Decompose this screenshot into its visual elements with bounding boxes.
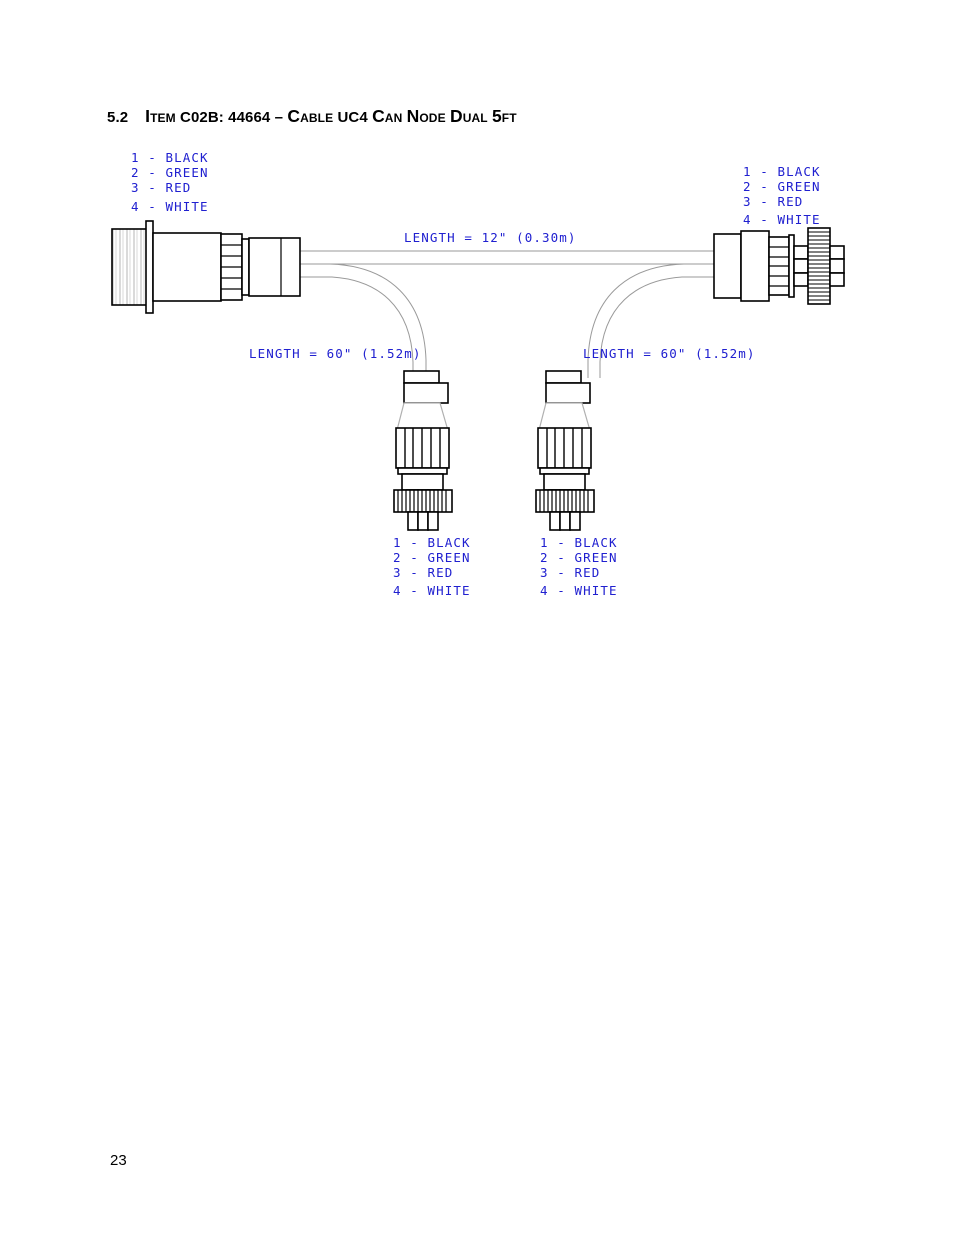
trunk-length-label: LENGTH = 12" (0.30m) bbox=[404, 230, 577, 245]
right-drop-knurled-nut bbox=[535, 489, 595, 513]
pinout-line: 2 - GREEN bbox=[393, 550, 471, 565]
right-connector-end-cap-mid bbox=[829, 258, 845, 274]
right-drop-strain-relief-body bbox=[545, 382, 591, 404]
right-connector-shoulder-mid bbox=[793, 258, 809, 274]
left-main-connector bbox=[111, 220, 301, 314]
right-drop-bottom-pin-mid bbox=[559, 511, 571, 531]
right-connector-body bbox=[740, 230, 770, 302]
right-drop-bottom-pin-right bbox=[569, 511, 581, 531]
right-drop-bottom-pin-left bbox=[549, 511, 561, 531]
left-branch-inner-edge bbox=[300, 276, 414, 378]
left-connector-rear-barrel bbox=[248, 237, 301, 297]
left-drop-knurled-nut bbox=[393, 489, 453, 513]
right-drop-connector bbox=[535, 370, 595, 531]
right-connector-knurled-nut bbox=[807, 227, 831, 305]
left-connector-body bbox=[152, 232, 222, 302]
right-connector-shoulder-bottom bbox=[793, 272, 809, 287]
pinout-line: 1 - BLACK bbox=[743, 164, 821, 179]
pinout-line: 4 - WHITE bbox=[131, 199, 209, 214]
pinout-line: 3 - RED bbox=[131, 180, 191, 195]
left-drop-strain-relief-body bbox=[403, 382, 449, 404]
right-main-pinout-labels: 1 - BLACK 2 - GREEN 3 - RED 4 - WHITE bbox=[743, 164, 821, 227]
left-main-pinout-labels: 1 - BLACK 2 - GREEN 3 - RED 4 - WHITE bbox=[131, 150, 209, 214]
left-connector-flange bbox=[145, 220, 154, 314]
right-branch-length-label: LENGTH = 60" (1.52m) bbox=[583, 346, 756, 361]
left-drop-strain-relief-top bbox=[403, 370, 440, 384]
pinout-line: 4 - WHITE bbox=[743, 212, 821, 227]
pinout-line: 4 - WHITE bbox=[393, 583, 471, 598]
right-drop-pinout-labels: 1 - BLACK 2 - GREEN 3 - RED 4 - WHITE bbox=[540, 535, 618, 598]
right-branch-inner-edge bbox=[599, 276, 714, 378]
left-drop-collar bbox=[397, 467, 448, 475]
right-connector-end-cap-bottom bbox=[829, 272, 845, 287]
right-connector-end-cap-top bbox=[829, 245, 845, 260]
pinout-line: 1 - BLACK bbox=[131, 150, 209, 165]
page-number: 23 bbox=[110, 1152, 127, 1169]
pinout-line: 1 - BLACK bbox=[540, 535, 618, 550]
left-drop-bottom-pin-left bbox=[407, 511, 419, 531]
left-drop-shoulder bbox=[401, 473, 444, 491]
right-main-connector bbox=[713, 227, 845, 305]
left-connector-collar bbox=[241, 238, 250, 296]
pinout-line: 2 - GREEN bbox=[743, 179, 821, 194]
pinout-line: 3 - RED bbox=[540, 565, 600, 580]
pinout-line: 3 - RED bbox=[743, 194, 803, 209]
left-connector-hatched-barrel bbox=[111, 228, 149, 306]
right-drop-shoulder bbox=[543, 473, 586, 491]
pinout-line: 1 - BLACK bbox=[393, 535, 471, 550]
pinout-line: 4 - WHITE bbox=[540, 583, 618, 598]
left-drop-pinout-labels: 1 - BLACK 2 - GREEN 3 - RED 4 - WHITE bbox=[393, 535, 471, 598]
left-drop-connector bbox=[393, 370, 453, 531]
pinout-line: 2 - GREEN bbox=[540, 550, 618, 565]
left-branch-length-label: LENGTH = 60" (1.52m) bbox=[249, 346, 422, 361]
right-drop-strain-relief-top bbox=[545, 370, 582, 384]
left-drop-bottom-pin-right bbox=[427, 511, 439, 531]
right-connector-shoulder-top bbox=[793, 245, 809, 260]
cable-assembly-diagram: 1 - BLACK 2 - GREEN 3 - RED 4 - WHITE 1 … bbox=[0, 0, 954, 1235]
right-drop-collar bbox=[539, 467, 590, 475]
left-drop-bottom-pin-mid bbox=[417, 511, 429, 531]
pinout-line: 3 - RED bbox=[393, 565, 453, 580]
pinout-line: 2 - GREEN bbox=[131, 165, 209, 180]
right-connector-rear-barrel bbox=[713, 233, 742, 299]
